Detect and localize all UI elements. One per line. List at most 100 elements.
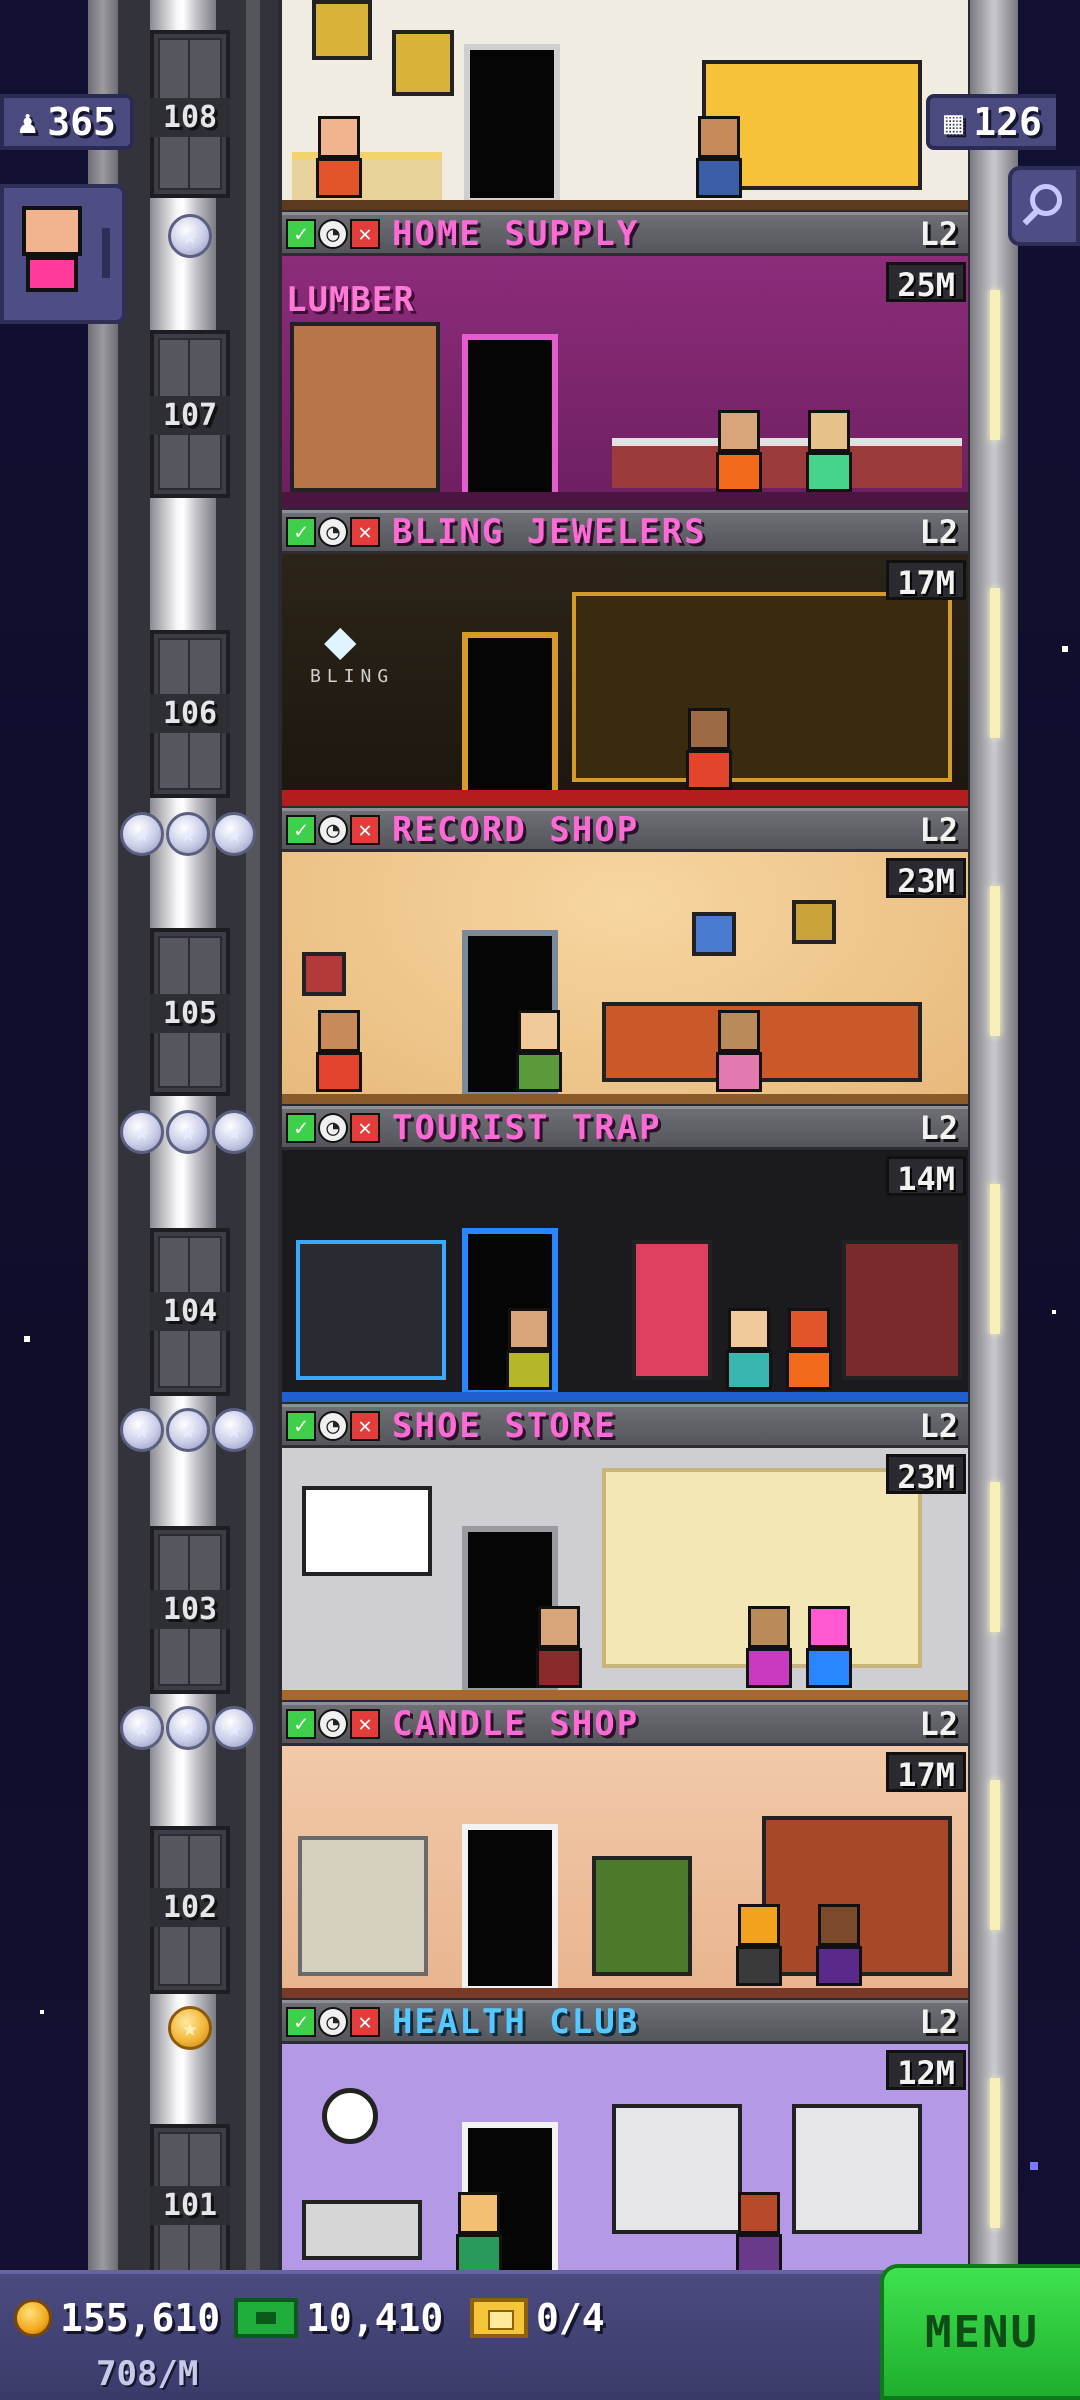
coin-rate: 708/M: [96, 2354, 199, 2394]
tower-bux-display[interactable]: 10,410: [234, 2296, 443, 2340]
store-name: SHOE STORE: [392, 1406, 617, 1446]
store-door[interactable]: [464, 44, 560, 204]
check-icon[interactable]: ✓: [286, 1113, 316, 1143]
floor-rating: [168, 2006, 212, 2054]
shopper[interactable]: [682, 708, 736, 796]
rating-star-icon: [212, 812, 256, 856]
floor-number: 105: [150, 994, 230, 1033]
store-label-bar[interactable]: ✓ ◔ ✕ RECORD SHOP L2: [282, 808, 968, 852]
tower-window-light: [990, 1482, 1000, 1632]
store-label-bar[interactable]: ✓ ◔ ✕ TOURIST TRAP L2: [282, 1106, 968, 1150]
rating-star-icon: [120, 1706, 164, 1750]
shopper[interactable]: [722, 1308, 776, 1396]
coins-value: 155,610: [60, 2296, 221, 2340]
shopper[interactable]: [802, 410, 856, 498]
ticket-icon: [470, 2298, 528, 2338]
store-health-club[interactable]: 12M: [282, 2044, 968, 2270]
clock-icon[interactable]: ◔: [318, 1113, 348, 1143]
store-tourist-trap[interactable]: 14M: [282, 1150, 968, 1402]
store-floor-108[interactable]: [282, 0, 968, 210]
shopper[interactable]: [712, 410, 766, 498]
gym-window: [612, 2104, 742, 2234]
store-label-bar[interactable]: ✓ ◔ ✕ HEALTH CLUB L2: [282, 2000, 968, 2044]
cross-icon[interactable]: ✕: [350, 219, 380, 249]
clock-icon: [322, 2088, 378, 2144]
store-label-bar[interactable]: ✓ ◔ ✕ CANDLE SHOP L2: [282, 1702, 968, 1746]
shopper[interactable]: [312, 116, 366, 204]
check-icon[interactable]: ✓: [286, 1411, 316, 1441]
coins-display[interactable]: 155,610: [14, 2296, 220, 2340]
cross-icon[interactable]: ✕: [350, 517, 380, 547]
store-bling-jewelers[interactable]: ◆ BLING 17M: [282, 554, 968, 806]
floor-rating: [120, 1706, 256, 1754]
store-label-bar[interactable]: ✓ ◔ ✕ HOME SUPPLY L2: [282, 212, 968, 256]
souvenir-rack: [632, 1240, 712, 1380]
shopper[interactable]: [732, 2192, 786, 2270]
rating-star-icon: [166, 1408, 210, 1452]
search-button[interactable]: [1008, 166, 1080, 246]
search-icon: [1022, 184, 1066, 228]
store-shoe-store[interactable]: 23M: [282, 1448, 968, 1700]
shopper[interactable]: [692, 116, 746, 204]
bitizen-avatar-button[interactable]: [0, 184, 126, 324]
background-star: [1052, 1310, 1056, 1314]
check-icon[interactable]: ✓: [286, 517, 316, 547]
background-star: [1062, 646, 1068, 652]
floor-number: 106: [150, 694, 230, 733]
cross-icon[interactable]: ✕: [350, 815, 380, 845]
check-icon[interactable]: ✓: [286, 815, 316, 845]
rating-star-icon: [168, 214, 212, 258]
shopper[interactable]: [512, 1010, 566, 1098]
store-value: 17M: [886, 1752, 966, 1794]
check-icon[interactable]: ✓: [286, 219, 316, 249]
clock-icon[interactable]: ◔: [318, 219, 348, 249]
cross-icon[interactable]: ✕: [350, 2007, 380, 2037]
clock-icon[interactable]: ◔: [318, 1411, 348, 1441]
clock-icon[interactable]: ◔: [318, 2007, 348, 2037]
floor-number: 103: [150, 1590, 230, 1629]
check-icon[interactable]: ✓: [286, 1709, 316, 1739]
shopper[interactable]: [782, 1308, 836, 1396]
shoe-poster: [302, 1486, 432, 1576]
cross-icon[interactable]: ✕: [350, 1113, 380, 1143]
shopper[interactable]: [502, 1308, 556, 1396]
store-home-supply[interactable]: LUMBER 25M: [282, 256, 968, 508]
cross-icon[interactable]: ✕: [350, 1709, 380, 1739]
store-value: 23M: [886, 858, 966, 900]
vip-tickets-display[interactable]: 0/4: [470, 2296, 605, 2340]
population-value: 365: [47, 100, 116, 144]
store-door[interactable]: [462, 334, 558, 502]
shopper[interactable]: [812, 1904, 866, 1992]
clock-icon[interactable]: ◔: [318, 517, 348, 547]
store-label-bar[interactable]: ✓ ◔ ✕ BLING JEWELERS L2: [282, 510, 968, 554]
check-icon[interactable]: ✓: [286, 2007, 316, 2037]
shopper[interactable]: [732, 1904, 786, 1992]
record-display: [692, 912, 736, 956]
floor-count-value: 126: [973, 100, 1042, 144]
menu-button[interactable]: MENU: [880, 2264, 1080, 2400]
shopper[interactable]: [312, 1010, 366, 1098]
shopper[interactable]: [742, 1606, 796, 1694]
cross-icon[interactable]: ✕: [350, 1411, 380, 1441]
store-record-shop[interactable]: 23M: [282, 852, 968, 1104]
clock-icon[interactable]: ◔: [318, 1709, 348, 1739]
shopper[interactable]: [712, 1010, 766, 1098]
clock-icon[interactable]: ◔: [318, 815, 348, 845]
tower-window-light: [990, 2078, 1000, 2228]
shopper[interactable]: [452, 2192, 506, 2270]
population-counter[interactable]: ♟ 365: [0, 94, 134, 150]
floor-rating: [120, 1110, 256, 1158]
store-door[interactable]: [462, 632, 558, 800]
store-level: L2: [919, 811, 958, 849]
store-level: L2: [919, 1109, 958, 1147]
floor-counter[interactable]: ▦ 126: [926, 94, 1056, 150]
store-candle-shop[interactable]: 17M: [282, 1746, 968, 1998]
store-name: TOURIST TRAP: [392, 1108, 662, 1148]
diamond-icon: ◆: [324, 608, 357, 671]
store-level: L2: [919, 513, 958, 551]
store-door[interactable]: [462, 1824, 558, 1992]
shopper[interactable]: [532, 1606, 586, 1694]
shopper[interactable]: [802, 1606, 856, 1694]
store-label-bar[interactable]: ✓ ◔ ✕ SHOE STORE L2: [282, 1404, 968, 1448]
rating-star-icon: [212, 1110, 256, 1154]
